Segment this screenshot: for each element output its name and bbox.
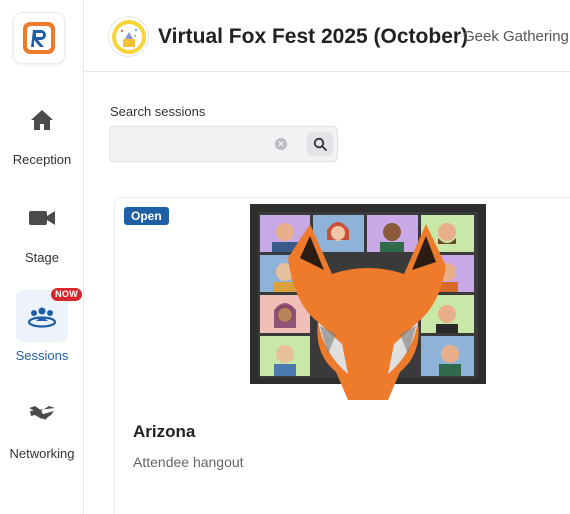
sidebar: Reception Stage NOW Sessions Networking xyxy=(0,0,84,514)
search-button[interactable] xyxy=(307,132,333,156)
sidebar-item-label: Reception xyxy=(12,152,72,167)
app-logo-icon xyxy=(23,22,55,54)
search-label: Search sessions xyxy=(110,104,206,119)
sidebar-item-reception[interactable]: Reception xyxy=(0,94,84,167)
home-icon xyxy=(16,94,68,146)
app-logo[interactable] xyxy=(13,12,65,64)
event-logo[interactable] xyxy=(108,16,149,57)
event-logo-icon xyxy=(111,19,146,54)
sidebar-item-sessions[interactable]: NOW Sessions xyxy=(0,288,84,363)
handshake-icon xyxy=(16,388,68,440)
search-icon xyxy=(313,137,327,151)
clear-search-icon[interactable]: ✕ xyxy=(275,138,287,150)
search-box: ✕ xyxy=(109,126,338,162)
status-badge: Open xyxy=(124,207,169,225)
sidebar-item-networking[interactable]: Networking xyxy=(0,388,84,461)
sidebar-item-label: Networking xyxy=(9,446,75,461)
sidebar-item-label: Stage xyxy=(25,250,59,265)
sidebar-item-stage[interactable]: Stage xyxy=(0,192,84,265)
video-camera-icon xyxy=(16,192,68,244)
session-title[interactable]: Arizona xyxy=(133,422,195,442)
organizer-name[interactable]: Geek Gathering xyxy=(463,28,569,45)
now-badge: NOW xyxy=(51,288,82,301)
sidebar-item-label: Sessions xyxy=(15,348,69,363)
people-group-icon: NOW xyxy=(16,288,82,342)
session-description: Attendee hangout xyxy=(133,454,244,470)
search-input[interactable] xyxy=(110,127,270,161)
event-title: Virtual Fox Fest 2025 (October) xyxy=(158,25,469,48)
event-header: Virtual Fox Fest 2025 (October) Geek Gat… xyxy=(85,0,570,72)
session-image xyxy=(250,204,486,400)
